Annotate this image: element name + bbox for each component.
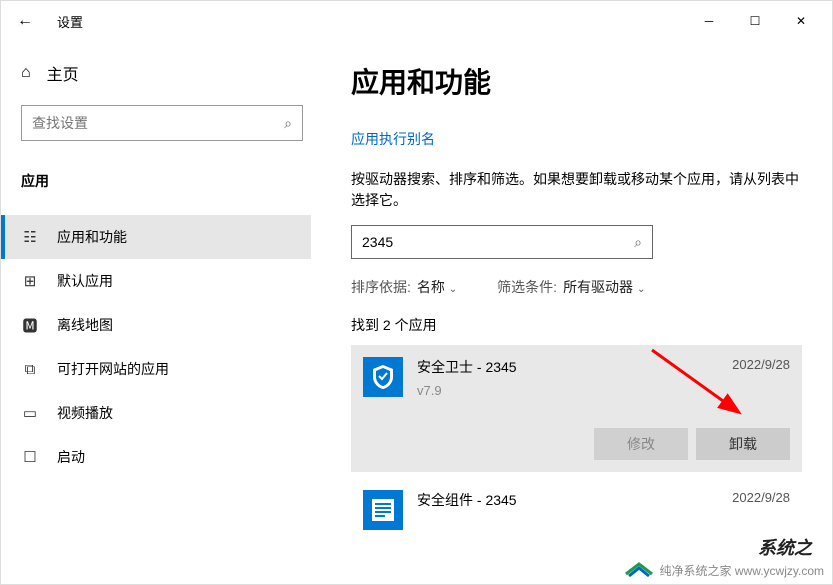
- startup-icon: ☐: [21, 448, 39, 466]
- app-name: 安全组件 - 2345: [417, 490, 718, 510]
- sidebar: ⌂ 主页 ⌕ 应用 ☷ 应用和功能 ⊞ 默认应用 🅼 离线地图 ⧉ 可打开网站的…: [1, 41, 311, 584]
- filter-value: 所有驱动器: [563, 279, 633, 295]
- modify-button[interactable]: 修改: [594, 428, 688, 460]
- website-icon: ⧉: [21, 361, 39, 378]
- sidebar-item-label: 离线地图: [57, 315, 113, 335]
- app-version: v7.9: [417, 383, 718, 398]
- close-button[interactable]: ✕: [778, 5, 824, 37]
- sort-value: 名称: [417, 279, 445, 295]
- filter-group: 筛选条件: 所有驱动器 ⌄: [497, 277, 645, 297]
- window-controls: ─ ☐ ✕: [686, 5, 824, 37]
- app-icon: [363, 490, 403, 530]
- sidebar-item-label: 应用和功能: [57, 227, 127, 247]
- uninstall-button[interactable]: 卸载: [696, 428, 790, 460]
- home-icon: ⌂: [21, 64, 31, 82]
- sidebar-item-video-playback[interactable]: ▭ 视频播放: [1, 391, 311, 435]
- app-search-input[interactable]: [362, 234, 634, 250]
- app-info: 安全卫士 - 2345 v7.9: [417, 357, 718, 398]
- app-item[interactable]: 安全组件 - 2345 2022/9/28: [351, 478, 802, 542]
- sidebar-item-label: 启动: [57, 447, 85, 467]
- settings-search-box[interactable]: ⌕: [21, 105, 303, 141]
- app-actions: 修改 卸载: [363, 428, 790, 460]
- app-name: 安全卫士 - 2345: [417, 357, 718, 377]
- watermark: 纯净系统之家 www.ycwjzy.com: [624, 560, 824, 580]
- search-icon: ⌕: [634, 234, 642, 251]
- shield-icon: [371, 363, 395, 391]
- app-search-box[interactable]: ⌕: [351, 225, 653, 259]
- sidebar-item-default-apps[interactable]: ⊞ 默认应用: [1, 259, 311, 303]
- app-date: 2022/9/28: [732, 490, 790, 505]
- app-info: 安全组件 - 2345: [417, 490, 718, 516]
- maximize-button[interactable]: ☐: [732, 5, 778, 37]
- sort-group: 排序依据: 名称 ⌄: [351, 277, 457, 297]
- titlebar: ← 设置 ─ ☐ ✕: [1, 1, 832, 41]
- description-text: 按驱动器搜索、排序和筛选。如果想要卸载或移动某个应用，请从列表中选择它。: [351, 169, 802, 211]
- page-heading: 应用和功能: [351, 61, 802, 101]
- watermark-text: 纯净系统之家 www.ycwjzy.com: [660, 562, 824, 579]
- sidebar-item-label: 可打开网站的应用: [57, 359, 169, 379]
- home-label: 主页: [47, 61, 79, 85]
- component-icon: [370, 497, 396, 523]
- video-icon: ▭: [21, 404, 39, 422]
- app-row: 安全卫士 - 2345 v7.9 2022/9/28: [363, 357, 790, 398]
- chevron-down-icon: ⌄: [449, 284, 457, 295]
- sidebar-item-label: 默认应用: [57, 271, 113, 291]
- results-count: 找到 2 个应用: [351, 315, 802, 335]
- sort-dropdown[interactable]: 名称 ⌄: [417, 277, 457, 297]
- app-date: 2022/9/28: [732, 357, 790, 372]
- chevron-down-icon: ⌄: [637, 284, 645, 295]
- sidebar-item-website-apps[interactable]: ⧉ 可打开网站的应用: [1, 347, 311, 391]
- watermark-partial: 系统之: [758, 534, 812, 560]
- list-icon: ☷: [21, 228, 39, 246]
- settings-search-input[interactable]: [32, 115, 284, 131]
- sidebar-item-startup[interactable]: ☐ 启动: [1, 435, 311, 479]
- app-icon: [363, 357, 403, 397]
- maximize-icon: ☐: [750, 14, 761, 28]
- filter-row: 排序依据: 名称 ⌄ 筛选条件: 所有驱动器 ⌄: [351, 277, 802, 297]
- back-arrow-icon: ←: [17, 12, 33, 30]
- app-item-selected[interactable]: 安全卫士 - 2345 v7.9 2022/9/28 修改 卸载: [351, 345, 802, 472]
- home-link[interactable]: ⌂ 主页: [21, 53, 311, 93]
- app-row: 安全组件 - 2345 2022/9/28: [363, 490, 790, 530]
- filter-label: 筛选条件:: [497, 277, 557, 297]
- sidebar-category: 应用: [21, 161, 311, 201]
- minimize-icon: ─: [705, 14, 714, 28]
- defaults-icon: ⊞: [21, 272, 39, 290]
- content-panel: 应用和功能 应用执行别名 按驱动器搜索、排序和筛选。如果想要卸载或移动某个应用，…: [311, 41, 832, 584]
- sort-label: 排序依据:: [351, 277, 411, 297]
- filter-dropdown[interactable]: 所有驱动器 ⌄: [563, 277, 645, 297]
- sidebar-item-label: 视频播放: [57, 403, 113, 423]
- search-icon: ⌕: [284, 115, 292, 132]
- sidebar-item-offline-maps[interactable]: 🅼 离线地图: [1, 303, 311, 347]
- window-title: 设置: [57, 12, 83, 31]
- back-button[interactable]: ←: [9, 5, 41, 37]
- watermark-logo-icon: [624, 560, 654, 580]
- app-aliases-link[interactable]: 应用执行别名: [351, 129, 435, 149]
- minimize-button[interactable]: ─: [686, 5, 732, 37]
- sidebar-item-apps-features[interactable]: ☷ 应用和功能: [1, 215, 311, 259]
- map-icon: 🅼: [21, 315, 39, 336]
- main-area: ⌂ 主页 ⌕ 应用 ☷ 应用和功能 ⊞ 默认应用 🅼 离线地图 ⧉ 可打开网站的…: [1, 41, 832, 584]
- close-icon: ✕: [796, 14, 806, 28]
